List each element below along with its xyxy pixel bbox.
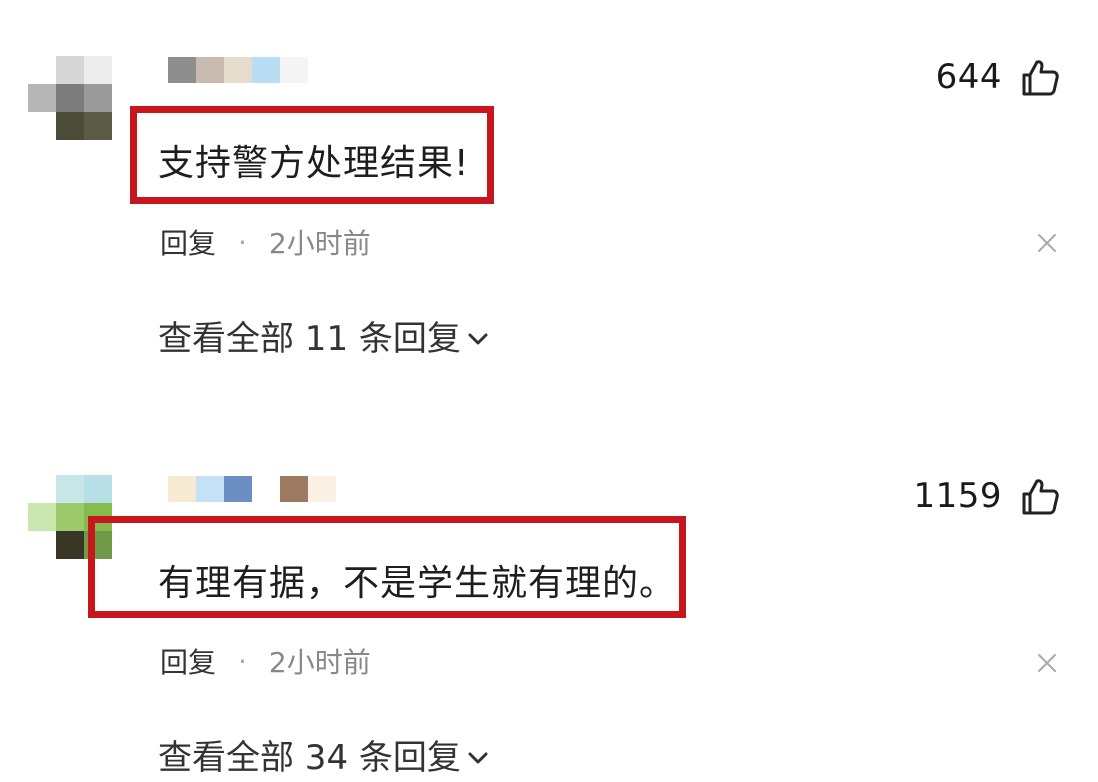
thumbs-up-icon[interactable]	[1020, 477, 1060, 517]
username-redacted[interactable]	[168, 476, 338, 502]
chevron-down-icon	[468, 752, 488, 763]
like-count: 1159	[913, 476, 1002, 516]
separator-dot: ·	[238, 644, 247, 678]
comment-text: 有理有据，不是学生就有理的。	[158, 563, 677, 604]
view-all-replies-button[interactable]: 查看全部 34 条回复	[158, 730, 489, 779]
comment-meta: 回复 · 2小时前	[160, 641, 371, 681]
close-icon[interactable]	[1036, 652, 1058, 674]
timestamp: 2小时前	[268, 646, 371, 679]
view-all-replies-label: 查看全部 34 条回复	[158, 738, 461, 778]
comment-item: 1159 有理有据，不是学生就有理的。 回复 · 2小时前 查看全部 34 条回…	[0, 0, 1098, 778]
reply-button[interactable]: 回复	[160, 641, 216, 681]
